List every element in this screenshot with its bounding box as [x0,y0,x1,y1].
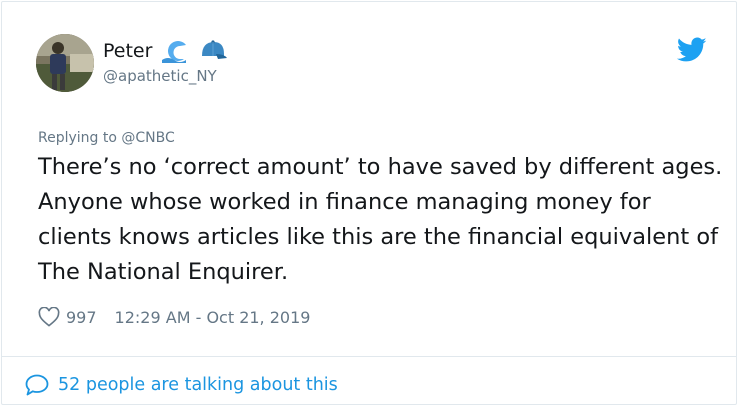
heart-icon[interactable] [38,306,60,327]
speech-bubble-icon [24,373,50,397]
avatar-image [36,34,94,92]
conversation-link[interactable]: 52 people are talking about this [24,372,338,398]
display-name[interactable]: Peter [103,38,152,64]
user-handle[interactable]: @apathetic_NY [103,66,217,86]
twitter-bird-icon[interactable] [676,37,707,63]
author-name-row[interactable]: Peter [103,38,228,64]
divider [2,356,736,357]
tweet-timestamp[interactable]: 12:29 AM - Oct 21, 2019 [115,308,311,327]
replying-to-line: Replying to @CNBC [38,129,175,147]
blue-cap-emoji-icon [198,38,228,64]
tweet-meta: 997 12:29 AM - Oct 21, 2019 [38,305,310,329]
wave-emoji-icon [160,38,190,64]
tweet-text: There’s no ‘correct amount’ to have save… [38,154,723,285]
reply-mention-link[interactable]: @CNBC [121,130,174,146]
tweet-card: Peter @apathetic_NY Replying to @CNBC Th… [1,1,737,405]
like-count[interactable]: 997 [66,308,97,327]
replying-to-label: Replying to [38,130,122,146]
conversation-label[interactable]: 52 people are talking about this [58,375,338,395]
avatar[interactable] [36,34,94,92]
